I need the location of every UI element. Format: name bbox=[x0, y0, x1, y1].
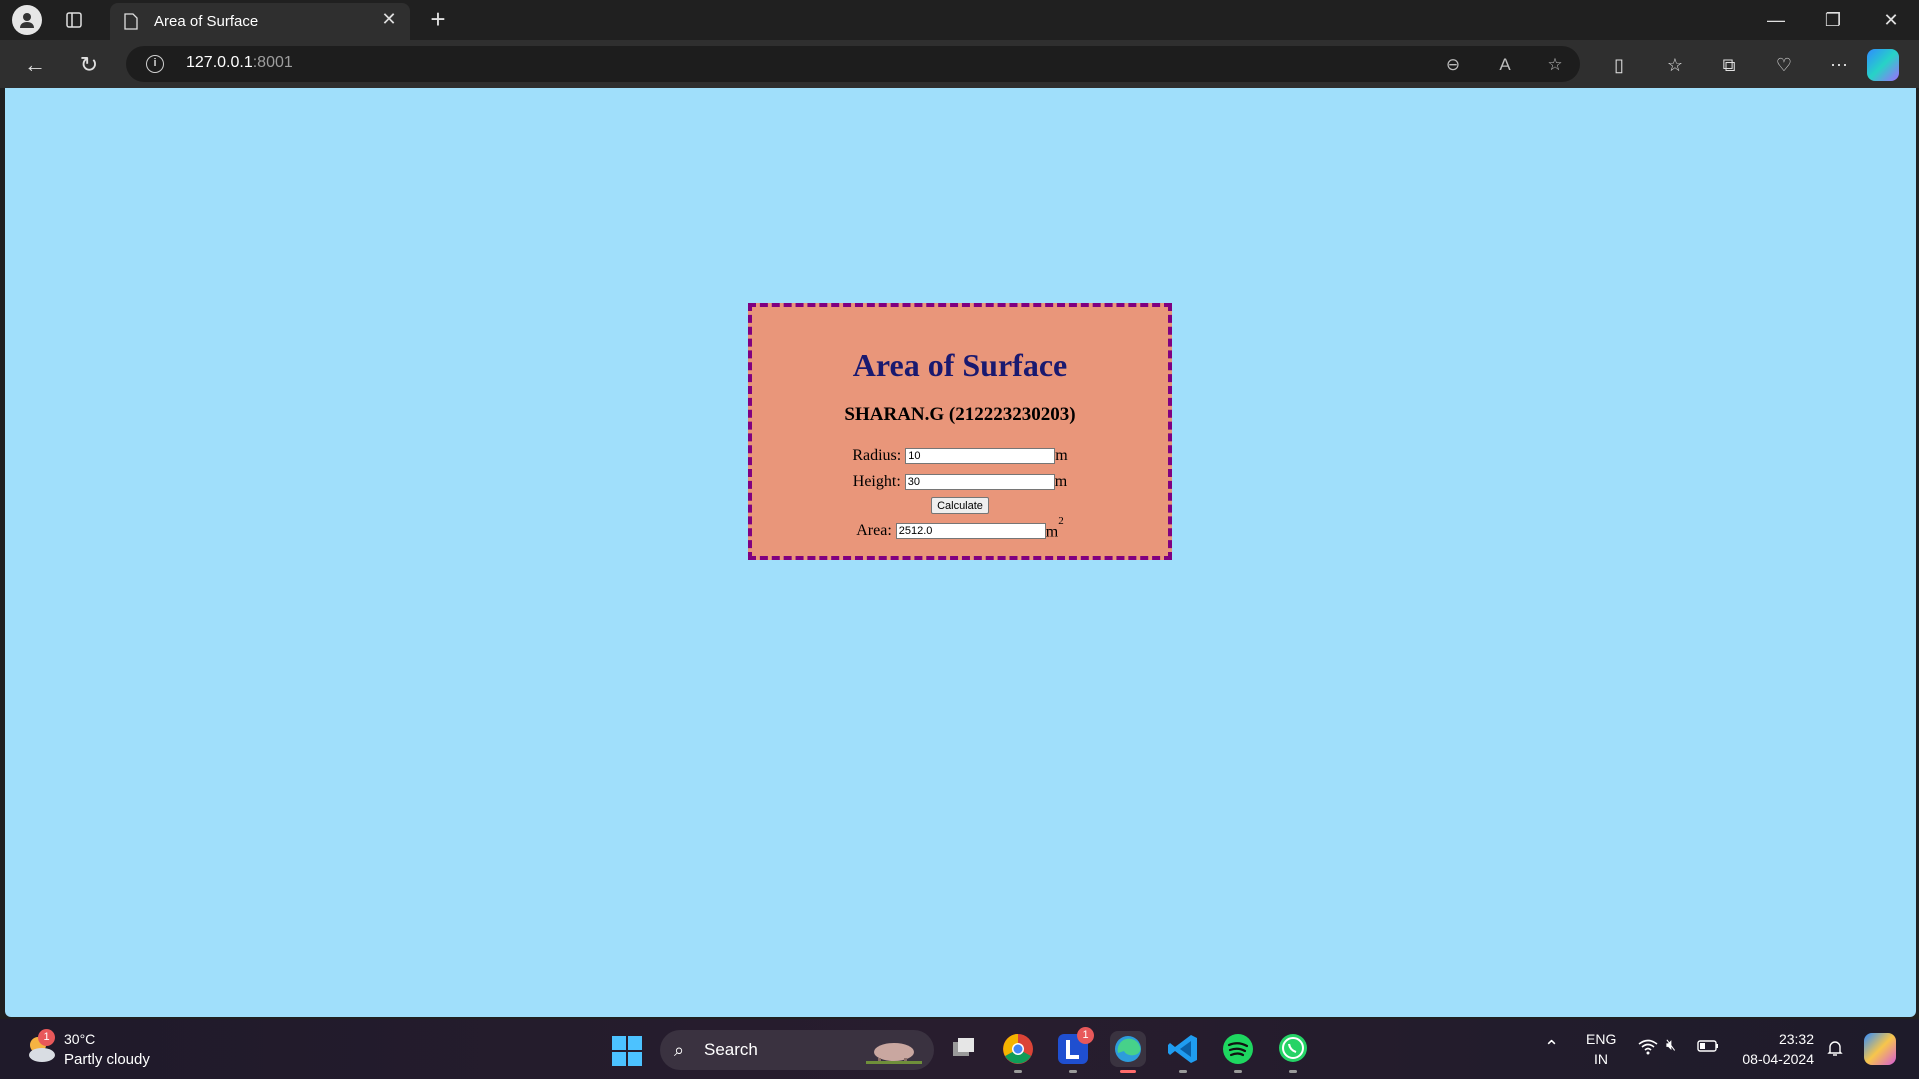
page-title: Area of Surface bbox=[852, 347, 1068, 383]
info-icon[interactable]: i bbox=[146, 55, 164, 73]
copilot-taskbar-icon[interactable] bbox=[1864, 1033, 1896, 1065]
wifi-icon[interactable] bbox=[1638, 1039, 1658, 1058]
document-icon bbox=[124, 13, 138, 30]
notification-bell-icon[interactable] bbox=[1826, 1039, 1844, 1060]
l-app-badge: 1 bbox=[1077, 1027, 1094, 1044]
new-tab-button[interactable]: + bbox=[424, 6, 452, 34]
weather-condition[interactable]: Partly cloudy bbox=[64, 1051, 150, 1068]
app-running-indicator bbox=[1234, 1070, 1242, 1073]
chrome-icon[interactable] bbox=[1000, 1031, 1036, 1073]
area-unit: m2 bbox=[1045, 515, 1064, 541]
l-app-icon[interactable]: 1 bbox=[1055, 1027, 1094, 1073]
start-button[interactable] bbox=[612, 1036, 642, 1066]
copilot-icon[interactable] bbox=[1867, 49, 1899, 81]
profile-icon[interactable] bbox=[12, 5, 42, 35]
restore-button[interactable]: ❐ bbox=[1816, 6, 1850, 34]
close-tab-icon[interactable]: ✕ bbox=[378, 9, 400, 31]
page-viewport: Area of Surface SHARAN.G (212223230203) … bbox=[5, 88, 1916, 1017]
browser-essentials-icon[interactable]: ♡ bbox=[1769, 50, 1799, 80]
app-running-indicator bbox=[1014, 1070, 1022, 1073]
area-label: Area: bbox=[856, 522, 892, 539]
calculator-card: Area of Surface SHARAN.G (212223230203) … bbox=[748, 303, 1172, 560]
vscode-icon[interactable] bbox=[1165, 1031, 1201, 1073]
area-unit-exponent: 2 bbox=[1058, 514, 1064, 527]
area-unit-base: m bbox=[1045, 523, 1059, 541]
language-primary[interactable]: ENG bbox=[1586, 1031, 1616, 1047]
minimize-button[interactable]: — bbox=[1759, 6, 1793, 34]
task-view-icon[interactable] bbox=[946, 1031, 982, 1067]
height-label: Height: bbox=[852, 473, 901, 490]
volume-muted-icon[interactable]: 🔇︎ bbox=[1666, 1037, 1676, 1055]
clock-time[interactable]: 23:32 bbox=[1748, 1031, 1814, 1047]
collections-icon[interactable]: ⧉ bbox=[1714, 50, 1744, 80]
radius-label: Radius: bbox=[852, 447, 902, 464]
clock-date[interactable]: 08-04-2024 bbox=[1738, 1051, 1814, 1067]
split-screen-icon[interactable]: ▯ bbox=[1604, 50, 1634, 80]
refresh-button[interactable]: ↻ bbox=[74, 50, 104, 80]
search-label: Search bbox=[704, 1040, 758, 1059]
language-secondary[interactable]: IN bbox=[1594, 1051, 1608, 1067]
height-row: Height: m bbox=[752, 471, 1168, 493]
radius-unit: m bbox=[1055, 447, 1068, 464]
chevron-up-icon[interactable]: ⌃ bbox=[1544, 1037, 1559, 1058]
edge-icon[interactable] bbox=[1110, 1031, 1146, 1073]
browser-toolbar: ← ↻ i 127.0.0.1:8001 ⊖ A ☆ ▯ ☆ ⧉ ♡ ⋯ bbox=[0, 40, 1919, 88]
browser-tab-bar: Area of Surface ✕ + — ❐ ✕ bbox=[0, 0, 1919, 40]
app-running-indicator bbox=[1069, 1070, 1077, 1073]
back-button[interactable]: ← bbox=[20, 50, 50, 80]
spotify-icon[interactable] bbox=[1220, 1031, 1256, 1073]
tab-title: Area of Surface bbox=[154, 13, 259, 30]
weather-temperature[interactable]: 30°C bbox=[64, 1031, 95, 1047]
taskbar-search[interactable]: ⌕ Search bbox=[660, 1030, 934, 1070]
search-highlight-icon bbox=[866, 1043, 922, 1064]
area-row: Area: m2 bbox=[752, 515, 1168, 542]
whatsapp-icon[interactable] bbox=[1275, 1031, 1311, 1073]
tab-area-of-surface[interactable]: Area of Surface ✕ bbox=[110, 3, 410, 40]
radius-row: Radius: m bbox=[752, 445, 1168, 467]
app-active-indicator bbox=[1120, 1070, 1136, 1073]
url-host: 127.0.0.1 bbox=[186, 54, 253, 71]
taskbar: 1 30°C Partly cloudy ⌕ Search 1 ⌃ ENG IN bbox=[0, 1019, 1919, 1079]
area-output[interactable] bbox=[895, 523, 1046, 539]
url-text[interactable]: 127.0.0.1:8001 bbox=[186, 54, 293, 72]
app-running-indicator bbox=[1179, 1070, 1187, 1073]
app-running-indicator bbox=[1289, 1070, 1297, 1073]
zoom-out-icon[interactable]: ⊖ bbox=[1440, 52, 1466, 78]
tab-actions-icon[interactable] bbox=[62, 8, 86, 32]
url-port: :8001 bbox=[252, 54, 293, 71]
favorite-star-icon[interactable]: ☆ bbox=[1542, 52, 1568, 78]
favorites-icon[interactable]: ☆ bbox=[1660, 50, 1690, 80]
author-heading: SHARAN.G (212223230203) bbox=[844, 404, 1076, 425]
more-options-icon[interactable]: ⋯ bbox=[1824, 50, 1854, 80]
height-input[interactable] bbox=[904, 474, 1055, 490]
calculate-button[interactable]: Calculate bbox=[931, 497, 989, 514]
search-icon: ⌕ bbox=[674, 1040, 685, 1060]
weather-badge: 1 bbox=[38, 1029, 55, 1046]
height-unit: m bbox=[1054, 473, 1068, 490]
close-window-button[interactable]: ✕ bbox=[1874, 6, 1908, 34]
address-bar[interactable]: i 127.0.0.1:8001 ⊖ A ☆ bbox=[126, 46, 1580, 82]
battery-icon[interactable] bbox=[1697, 1039, 1719, 1056]
read-aloud-icon[interactable]: A bbox=[1492, 52, 1518, 78]
radius-input[interactable] bbox=[905, 448, 1056, 464]
